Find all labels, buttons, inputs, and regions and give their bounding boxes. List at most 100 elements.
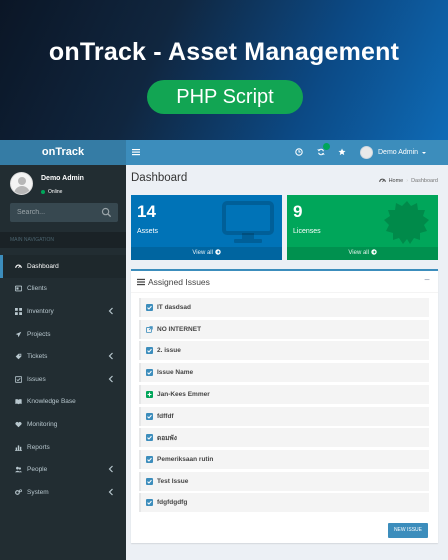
sidebar-item-dashboard[interactable]: Dashboard xyxy=(0,255,126,278)
page-title: Dashboard xyxy=(131,172,188,184)
issue-title[interactable]: fdgfdgdfg xyxy=(157,499,187,506)
assets-view-all-link[interactable]: View all xyxy=(131,247,282,260)
sidebar-item-label: Monitoring xyxy=(27,420,58,428)
list-item[interactable]: NO INTERNET xyxy=(139,319,429,339)
sidebar-item-tickets[interactable]: Tickets xyxy=(0,345,126,368)
sidebar-item-knowledge-base[interactable]: Knowledge Base xyxy=(0,391,126,414)
checkbox-icon[interactable] xyxy=(146,412,153,420)
issues-icon xyxy=(15,376,22,383)
breadcrumb-home[interactable]: Home xyxy=(389,178,404,184)
checkbox-icon[interactable] xyxy=(146,369,153,377)
licenses-count: 9 xyxy=(293,202,303,221)
monitoring-icon xyxy=(15,421,22,428)
sidebar-item-reports[interactable]: Reports xyxy=(0,436,126,459)
list-item[interactable]: fdgfdgdfg xyxy=(139,493,429,513)
assets-label: Assets xyxy=(137,228,159,235)
sidebar-item-system[interactable]: System xyxy=(0,481,126,504)
licenses-stat-box: 9 Licenses View all xyxy=(287,195,438,260)
checkbox-icon[interactable] xyxy=(146,304,153,311)
sidebar-item-label: Issues xyxy=(27,375,46,383)
checkbox-icon[interactable] xyxy=(146,347,153,355)
list-item[interactable]: 2. issue xyxy=(139,341,429,361)
issue-title[interactable]: Test Issue xyxy=(157,478,188,485)
sidebar-item-monitoring[interactable]: Monitoring xyxy=(0,413,126,436)
projects-icon xyxy=(15,331,22,337)
sidebar-user-name: Demo Admin xyxy=(41,175,84,182)
external-link-icon[interactable] xyxy=(146,325,153,333)
sidebar-item-inventory[interactable]: Inventory xyxy=(0,300,126,323)
checkbox-icon[interactable] xyxy=(146,477,153,485)
main-content: Dashboard Home › Dashboard 14 Assets Vie… xyxy=(126,165,448,560)
menu-icon[interactable] xyxy=(132,140,140,165)
certificate-icon xyxy=(384,201,429,244)
assigned-issues-title: Assigned Issues xyxy=(148,277,210,287)
list-item[interactable]: Pemeriksaan rutin xyxy=(139,449,429,469)
list-item[interactable]: Issue Name xyxy=(139,363,429,383)
sidebar-item-label: People xyxy=(27,466,48,474)
desktop-icon xyxy=(222,201,274,243)
sidebar-item-issues[interactable]: Issues xyxy=(0,368,126,391)
checkbox-icon[interactable] xyxy=(146,499,153,507)
arrow-circle-right-icon xyxy=(214,248,221,255)
sidebar-item-label: Inventory xyxy=(27,307,54,315)
knowledge-base-icon xyxy=(15,399,22,405)
dashboard-icon xyxy=(378,178,386,183)
tickets-icon xyxy=(15,353,22,360)
chevron-left-icon xyxy=(108,488,113,496)
sidebar-item-label: Dashboard xyxy=(27,262,59,270)
plus-square-icon[interactable] xyxy=(146,390,153,398)
user-menu-name: Demo Admin xyxy=(378,149,419,156)
people-icon xyxy=(15,466,22,473)
caret-down-icon xyxy=(422,151,427,154)
list-item[interactable]: ดอมพัง xyxy=(139,428,429,448)
issue-title[interactable]: 2. issue xyxy=(157,347,181,354)
list-icon xyxy=(137,278,145,286)
chevron-left-icon xyxy=(108,375,113,383)
online-dot-icon xyxy=(41,190,45,194)
sidebar-item-projects[interactable]: Projects xyxy=(0,323,126,346)
sidebar-item-label: Reports xyxy=(27,443,50,451)
sidebar-item-clients[interactable]: Clients xyxy=(0,278,126,301)
issue-title[interactable]: NO INTERNET xyxy=(157,326,201,333)
online-status: Online xyxy=(41,189,62,195)
promo-pill: PHP Script xyxy=(147,80,303,114)
promo-banner: onTrack - Asset Management PHP Script xyxy=(0,0,448,140)
issue-title[interactable]: ดอมพัง xyxy=(157,433,177,443)
avatar xyxy=(10,172,33,195)
search-input[interactable] xyxy=(10,203,100,222)
list-item[interactable]: Jan-Kees Emmer xyxy=(139,384,429,404)
system-icon xyxy=(15,489,22,495)
search-icon[interactable] xyxy=(101,207,112,218)
promo-title: onTrack - Asset Management xyxy=(48,38,400,66)
user-menu[interactable]: Demo Admin xyxy=(360,144,427,161)
list-item[interactable]: Test Issue xyxy=(139,471,429,491)
list-item[interactable]: IT dasdsad xyxy=(139,298,429,317)
sidebar-search xyxy=(10,203,118,222)
app-logo[interactable]: onTrack xyxy=(0,140,126,165)
dashboard-icon xyxy=(15,264,22,268)
licenses-label: Licenses xyxy=(293,228,321,235)
assets-count: 14 xyxy=(137,202,156,221)
breadcrumb-current: Dashboard xyxy=(411,177,438,184)
star-icon[interactable] xyxy=(338,140,346,165)
clock-icon[interactable] xyxy=(295,140,303,165)
issue-title[interactable]: Pemeriksaan rutin xyxy=(157,456,213,463)
sidebar-item-people[interactable]: People xyxy=(0,458,126,481)
reports-icon xyxy=(15,444,22,451)
checkbox-icon[interactable] xyxy=(146,455,153,463)
new-issue-button[interactable]: NEW ISSUE xyxy=(387,523,428,538)
sidebar-item-label: System xyxy=(27,488,49,496)
checkbox-icon[interactable] xyxy=(146,434,153,442)
issue-title[interactable]: Issue Name xyxy=(157,369,193,376)
chevron-left-icon xyxy=(108,465,113,473)
licenses-view-all-link[interactable]: View all xyxy=(287,247,438,260)
chevron-left-icon xyxy=(108,307,113,315)
assigned-issues-header: Assigned Issues − xyxy=(131,271,438,293)
issue-title[interactable]: fdffdf xyxy=(157,413,174,420)
chevron-left-icon xyxy=(108,352,113,360)
sidebar-section-header: MAIN NAVIGATION xyxy=(0,232,126,248)
issue-title[interactable]: Jan-Kees Emmer xyxy=(157,391,210,398)
issue-title[interactable]: IT dasdsad xyxy=(157,304,191,311)
list-item[interactable]: fdffdf xyxy=(139,406,429,426)
collapse-icon[interactable]: − xyxy=(424,275,430,286)
